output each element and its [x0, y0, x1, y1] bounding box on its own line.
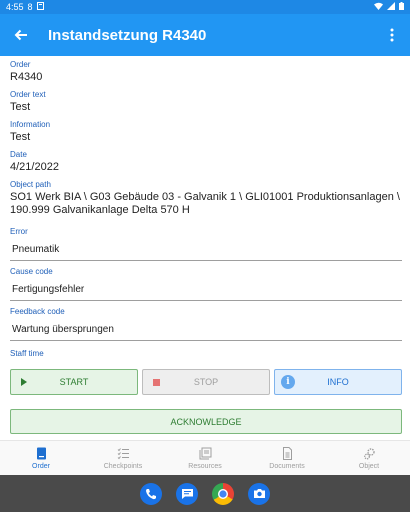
order-text-label: Order text	[10, 90, 46, 99]
phone-icon[interactable]	[140, 482, 162, 505]
checklist-icon	[117, 447, 129, 459]
system-dock	[0, 475, 410, 512]
document-icon	[282, 446, 292, 460]
nav-checkpoints-label: Checkpoints	[103, 462, 143, 470]
sim-icon: 8	[27, 2, 33, 12]
bottom-nav: Order Checkpoints Resources Documents Ob…	[0, 440, 410, 475]
cause-code-select[interactable]: Fertigungsfehler	[10, 282, 402, 301]
signal-icon	[387, 2, 395, 12]
staff-time-label: Staff time	[10, 349, 44, 358]
error-value: Pneumatik	[12, 244, 60, 255]
date-label: Date	[10, 150, 27, 159]
information-field: Information Test	[10, 120, 402, 143]
date-value: 4/21/2022	[10, 161, 59, 173]
order-field: Order R4340	[10, 60, 402, 83]
gears-icon	[363, 447, 375, 459]
nav-object-label: Object	[358, 462, 380, 470]
info-button[interactable]: i INFO	[274, 369, 402, 395]
cause-code-label: Cause code	[10, 267, 53, 276]
order-value: R4340	[10, 71, 43, 83]
cause-code-value: Fertigungsfehler	[12, 284, 85, 295]
nav-documents-label: Documents	[269, 462, 305, 470]
order-text-field: Order text Test	[10, 90, 402, 113]
nav-item-documents[interactable]: Documents	[246, 441, 328, 475]
object-path-value: SO1 Werk BIA \ G03 Gebäude 03 - Galvanik…	[10, 191, 400, 216]
error-field: Error Pneumatik	[10, 227, 402, 261]
back-arrow-icon[interactable]	[0, 14, 42, 56]
camera-icon[interactable]	[248, 482, 270, 505]
nav-item-object[interactable]: Object	[328, 441, 410, 475]
stop-button[interactable]: STOP	[142, 369, 270, 395]
object-path-field: Object path SO1 Werk BIA \ G03 Gebäude 0…	[10, 180, 402, 217]
notification-icon	[36, 2, 44, 12]
nav-resources-label: Resources	[188, 462, 222, 470]
clock: 4:55	[6, 2, 24, 12]
resources-icon	[199, 447, 211, 459]
acknowledge-button[interactable]: ACKNOWLEDGE	[10, 409, 402, 434]
nav-item-checkpoints[interactable]: Checkpoints	[82, 441, 164, 475]
date-field: Date 4/21/2022	[10, 150, 402, 173]
information-label: Information	[10, 120, 51, 129]
info-label: INFO	[327, 377, 349, 387]
nav-item-order[interactable]: Order	[0, 441, 82, 475]
app-bar: Instandsetzung R4340	[0, 14, 410, 56]
battery-icon	[399, 2, 404, 12]
chrome-icon[interactable]	[212, 482, 234, 505]
object-path-label: Object path	[10, 180, 51, 189]
messages-icon[interactable]	[176, 482, 198, 505]
nav-item-resources[interactable]: Resources	[164, 441, 246, 475]
error-label: Error	[10, 227, 28, 236]
information-value: Test	[10, 131, 31, 143]
error-select[interactable]: Pneumatik	[10, 242, 402, 261]
order-label: Order	[10, 60, 31, 69]
start-label: START	[59, 377, 89, 387]
feedback-code-label: Feedback code	[10, 307, 65, 316]
order-details: Order R4340 Order text Test Information …	[10, 60, 402, 358]
feedback-code-select[interactable]: Wartung übersprungen	[10, 322, 402, 341]
status-bar: 4:55 8	[0, 0, 410, 14]
page-title: Instandsetzung R4340	[48, 26, 207, 44]
wifi-icon	[374, 2, 383, 12]
staff-time-buttons: START STOP i INFO	[10, 369, 402, 395]
order-icon	[36, 447, 46, 459]
nav-order-label: Order	[32, 462, 50, 470]
feedback-code-field: Feedback code Wartung übersprungen	[10, 307, 402, 341]
feedback-code-value: Wartung übersprungen	[12, 324, 114, 335]
start-button[interactable]: START	[10, 369, 138, 395]
stop-label: STOP	[193, 377, 219, 387]
order-text-value: Test	[10, 101, 31, 113]
overflow-menu-icon[interactable]	[374, 28, 410, 42]
cause-code-field: Cause code Fertigungsfehler	[10, 267, 402, 301]
